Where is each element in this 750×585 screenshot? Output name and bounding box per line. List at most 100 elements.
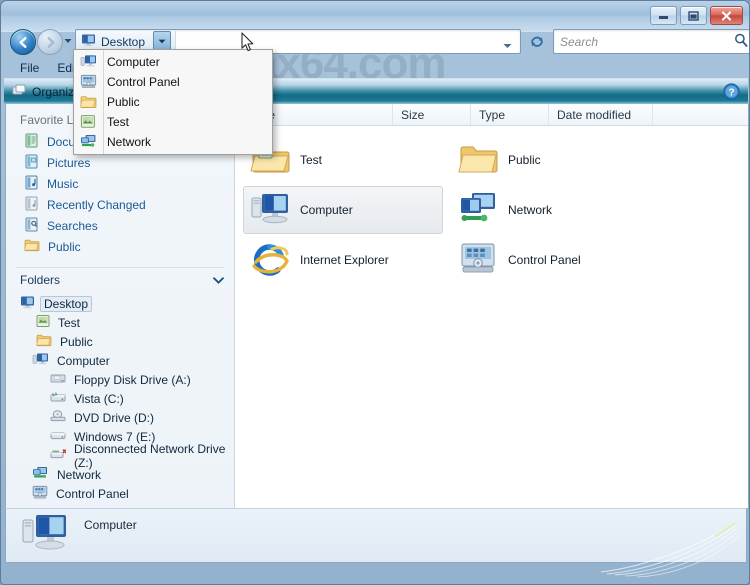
folder-icon <box>36 333 52 350</box>
computer-icon <box>20 513 72 558</box>
file-item-public[interactable]: Public <box>451 136 651 184</box>
menu-file[interactable]: File <box>11 59 48 77</box>
file-item-label: Network <box>508 203 553 217</box>
folders-label: Folders <box>20 273 61 287</box>
details-pane: Computer <box>5 508 747 563</box>
dropdown-item-label: Network <box>107 135 152 149</box>
navigation-pane: Favorite Links Documents Pictures <box>6 104 235 508</box>
file-item-control-panel[interactable]: Control Panel <box>451 236 651 284</box>
tree-item-network-drive-z[interactable]: Disconnected Network Drive (Z:) <box>6 442 234 470</box>
fav-item-music[interactable]: Music <box>6 173 234 194</box>
folder-icon <box>24 238 40 255</box>
search-input[interactable]: Search <box>560 35 734 49</box>
fav-item-searches[interactable]: Searches <box>6 215 234 236</box>
column-header-date-modified[interactable]: Date modified <box>549 104 653 125</box>
search-icon[interactable] <box>734 33 748 50</box>
dropdown-item-public[interactable]: Public <box>74 92 272 112</box>
svg-text:?: ? <box>728 87 734 98</box>
file-item-network[interactable]: Network <box>451 186 651 234</box>
pictures-icon <box>24 154 39 172</box>
dropdown-item-label: Control Panel <box>107 75 180 89</box>
explorer-window: Vistax64.com Desktop Search File Edit Or… <box>0 0 750 585</box>
fav-label: Recently Changed <box>47 197 146 212</box>
window-controls <box>650 6 743 25</box>
harddrive-system-icon <box>50 390 66 407</box>
desktop-icon <box>20 295 35 312</box>
fav-item-pictures[interactable]: Pictures <box>6 152 234 173</box>
minimize-button[interactable] <box>650 6 677 25</box>
fav-label: Public <box>48 239 81 254</box>
computer-icon <box>32 352 49 370</box>
tree-item-dvd-d[interactable]: DVD Drive (D:) <box>6 408 234 427</box>
column-header-type[interactable]: Type <box>471 104 549 125</box>
file-item-internet-explorer[interactable]: Internet Explorer <box>243 236 443 284</box>
test-folder-icon <box>36 314 50 331</box>
refresh-button[interactable] <box>525 29 549 54</box>
tree-item-public[interactable]: Public <box>6 332 234 351</box>
folders-header[interactable]: Folders <box>6 268 234 292</box>
file-item-label: Test <box>300 153 323 167</box>
file-item-test[interactable]: Test <box>243 136 443 184</box>
file-item-label: Public <box>508 153 541 167</box>
tree-label: Floppy Disk Drive (A:) <box>74 372 191 387</box>
recent-pages-button[interactable] <box>63 37 72 45</box>
chevron-down-icon[interactable] <box>213 273 224 287</box>
dropdown-item-label: Public <box>107 95 140 109</box>
tree-item-desktop[interactable]: Desktop <box>6 294 234 313</box>
folder-tree: Desktop Test Public Computer Floppy Disk… <box>6 292 234 508</box>
tree-item-control-panel[interactable]: Control Panel <box>6 484 234 503</box>
close-button[interactable] <box>710 6 743 25</box>
searches-icon <box>24 217 39 235</box>
control-panel-icon <box>32 485 48 503</box>
folder-icon <box>80 94 97 111</box>
control-panel-icon <box>80 74 97 91</box>
dropdown-item-label: Test <box>107 115 130 129</box>
tree-item-floppy-a[interactable]: Floppy Disk Drive (A:) <box>6 370 234 389</box>
maximize-button[interactable] <box>680 6 707 25</box>
tree-item-computer[interactable]: Computer <box>6 351 234 370</box>
details-item-name: Computer <box>84 518 137 532</box>
column-headers: Name Size Type Date modified <box>235 104 748 126</box>
back-button[interactable] <box>10 29 36 55</box>
desktop-icon <box>81 33 96 50</box>
address-history-chevron-icon[interactable] <box>503 38 512 52</box>
dropdown-item-label: Computer <box>107 55 160 69</box>
fav-item-recently-changed[interactable]: Recently Changed <box>6 194 234 215</box>
dvd-icon <box>50 409 66 426</box>
tree-item-vista-c[interactable]: Vista (C:) <box>6 389 234 408</box>
tree-label: Public <box>60 334 93 349</box>
test-folder-icon <box>80 114 97 131</box>
fav-label: Music <box>47 176 79 191</box>
tree-label: Computer <box>57 353 110 368</box>
network-drive-disconnected-icon <box>50 447 67 464</box>
column-header-size[interactable]: Size <box>393 104 471 125</box>
column-header-extra[interactable] <box>653 104 748 125</box>
floppy-icon <box>50 371 66 388</box>
recently-changed-icon <box>24 196 39 214</box>
address-dropdown-menu: Computer Control Panel Public Test Netwo… <box>73 49 273 155</box>
tree-item-test[interactable]: Test <box>6 313 234 332</box>
dropdown-item-control-panel[interactable]: Control Panel <box>74 72 272 92</box>
help-button[interactable]: ? <box>723 83 740 100</box>
network-icon <box>458 190 498 230</box>
explorer-body: Favorite Links Documents Pictures <box>5 104 749 509</box>
file-item-label: Internet Explorer <box>300 253 389 267</box>
fav-label: Searches <box>47 218 98 233</box>
forward-button[interactable] <box>37 29 63 55</box>
fav-item-public[interactable]: Public <box>6 236 234 257</box>
folder-icon <box>458 140 498 180</box>
file-item-computer[interactable]: Computer <box>243 186 443 234</box>
tree-label: Control Panel <box>56 486 129 501</box>
search-box[interactable]: Search <box>553 29 749 54</box>
file-list-pane: Name Size Type Date modified <box>235 104 748 508</box>
dropdown-item-network[interactable]: Network <box>74 132 272 152</box>
documents-icon <box>24 133 39 151</box>
network-icon <box>80 134 97 151</box>
computer-icon <box>80 54 97 71</box>
dropdown-item-computer[interactable]: Computer <box>74 52 272 72</box>
network-icon <box>32 466 49 484</box>
tree-label: Network <box>57 467 102 482</box>
dropdown-item-test[interactable]: Test <box>74 112 272 132</box>
file-item-label: Computer <box>300 203 353 217</box>
internet-explorer-icon <box>250 240 290 280</box>
